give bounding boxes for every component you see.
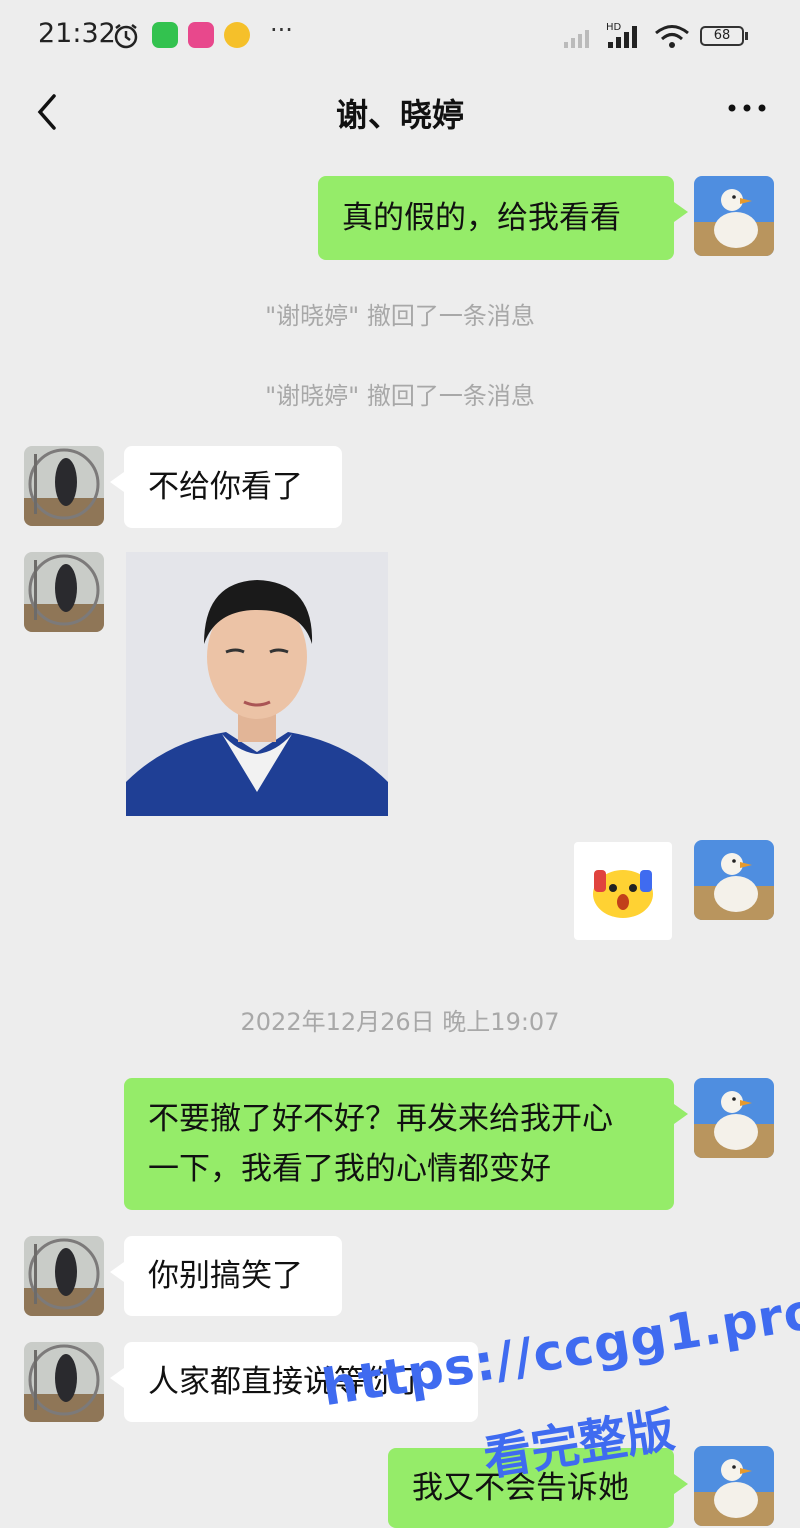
battery-level: 68 <box>713 28 731 43</box>
my-avatar[interactable] <box>694 1078 774 1158</box>
message-text: 真的假的，给我看看 <box>342 200 621 236</box>
message-bubble-received[interactable]: 你别搞笑了 <box>110 1236 342 1316</box>
chat-title: 谢、晓婷 <box>335 96 464 134</box>
status-bar: 21:32 ··· HD 68 <box>0 0 800 70</box>
status-time: 21:32 <box>38 18 116 49</box>
message-text: 你别搞笑了 <box>148 1258 303 1294</box>
more-options-icon[interactable] <box>726 98 768 118</box>
signal-weak-icon <box>564 30 589 48</box>
contact-avatar[interactable] <box>24 1342 104 1422</box>
signal-strong-icon <box>608 26 637 48</box>
message-bubble-sent[interactable]: 真的假的，给我看看 <box>318 176 688 260</box>
image-message[interactable] <box>126 552 388 816</box>
sticker-message[interactable] <box>574 842 672 940</box>
wifi-icon <box>655 25 689 48</box>
portrait-photo <box>126 552 388 816</box>
contact-avatar[interactable] <box>24 446 104 526</box>
app-notification-icon <box>188 22 214 48</box>
message-text-line: 一下，我看了我的心情都变好 <box>148 1151 551 1187</box>
wechat-app-icon <box>152 22 178 48</box>
message-text: 不给你看了 <box>148 469 303 505</box>
recall-notice: "谢晓婷" 撤回了一条消息 <box>265 302 535 330</box>
message-bubble-sent[interactable]: 不要撤了好不好？再发来给我开心 一下，我看了我的心情都变好 <box>124 1078 688 1210</box>
my-avatar[interactable] <box>694 1446 774 1526</box>
alarm-icon <box>114 24 138 49</box>
message-text-line: 不要撤了好不好？再发来给我开心 <box>148 1101 613 1137</box>
recall-notice: "谢晓婷" 撤回了一条消息 <box>265 382 535 410</box>
battery-icon: 68 <box>700 26 744 46</box>
message-bubble-received[interactable]: 不给你看了 <box>110 446 342 528</box>
my-avatar[interactable] <box>694 176 774 256</box>
chat-header: 谢、晓婷 <box>0 70 800 150</box>
contact-avatar[interactable] <box>24 552 104 632</box>
more-notifications-icon: ··· <box>270 16 293 44</box>
battery-tip <box>745 32 748 40</box>
my-avatar[interactable] <box>694 840 774 920</box>
app-notification-icon-2 <box>224 22 250 48</box>
contact-avatar[interactable] <box>24 1236 104 1316</box>
shocked-emoji-sticker <box>593 870 653 918</box>
watermark-url: https://ccgg1.pro <box>318 1281 800 1418</box>
chat-timestamp: 2022年12月26日 晚上19:07 <box>240 1008 560 1036</box>
